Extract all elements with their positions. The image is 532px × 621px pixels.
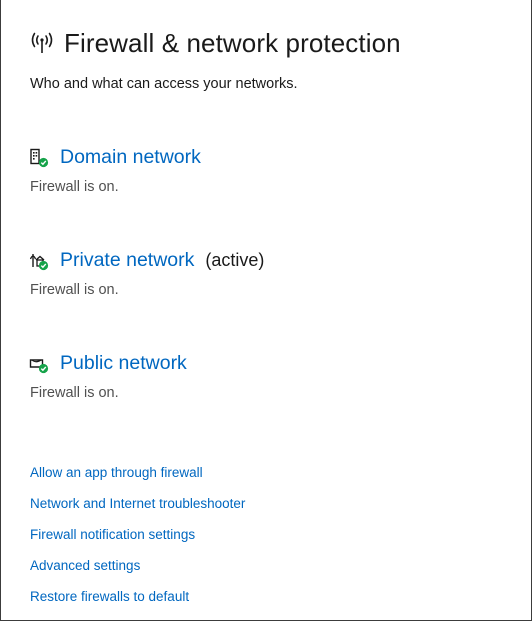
notification-settings-link[interactable]: Firewall notification settings xyxy=(30,526,245,557)
troubleshooter-link[interactable]: Network and Internet troubleshooter xyxy=(30,495,245,526)
firewall-panel: Firewall & network protection Who and wh… xyxy=(0,0,532,621)
network-private: Private network (active) Firewall is on. xyxy=(29,249,264,298)
related-links: Allow an app through firewall Network an… xyxy=(30,464,245,619)
domain-building-icon xyxy=(30,148,49,167)
page-subtitle: Who and what can access your networks. xyxy=(30,76,298,92)
private-network-status: Firewall is on. xyxy=(30,282,119,298)
wifi-antenna-icon xyxy=(31,32,53,53)
domain-network-status: Firewall is on. xyxy=(30,179,119,195)
advanced-settings-link[interactable]: Advanced settings xyxy=(30,557,245,588)
public-network-status: Firewall is on. xyxy=(30,385,119,401)
public-network-link[interactable]: Public network xyxy=(60,352,187,375)
page-header: Firewall & network protection xyxy=(29,28,401,59)
restore-defaults-link[interactable]: Restore firewalls to default xyxy=(30,588,245,619)
private-network-link[interactable]: Private network xyxy=(60,249,194,272)
private-home-icon xyxy=(29,253,49,270)
allow-app-link[interactable]: Allow an app through firewall xyxy=(30,464,245,495)
page-title: Firewall & network protection xyxy=(64,28,401,58)
public-bench-icon xyxy=(29,358,49,373)
domain-network-link[interactable]: Domain network xyxy=(60,146,201,169)
network-public: Public network Firewall is on. xyxy=(29,352,187,401)
active-indicator: (active) xyxy=(205,250,265,270)
network-domain: Domain network Firewall is on. xyxy=(29,146,201,195)
